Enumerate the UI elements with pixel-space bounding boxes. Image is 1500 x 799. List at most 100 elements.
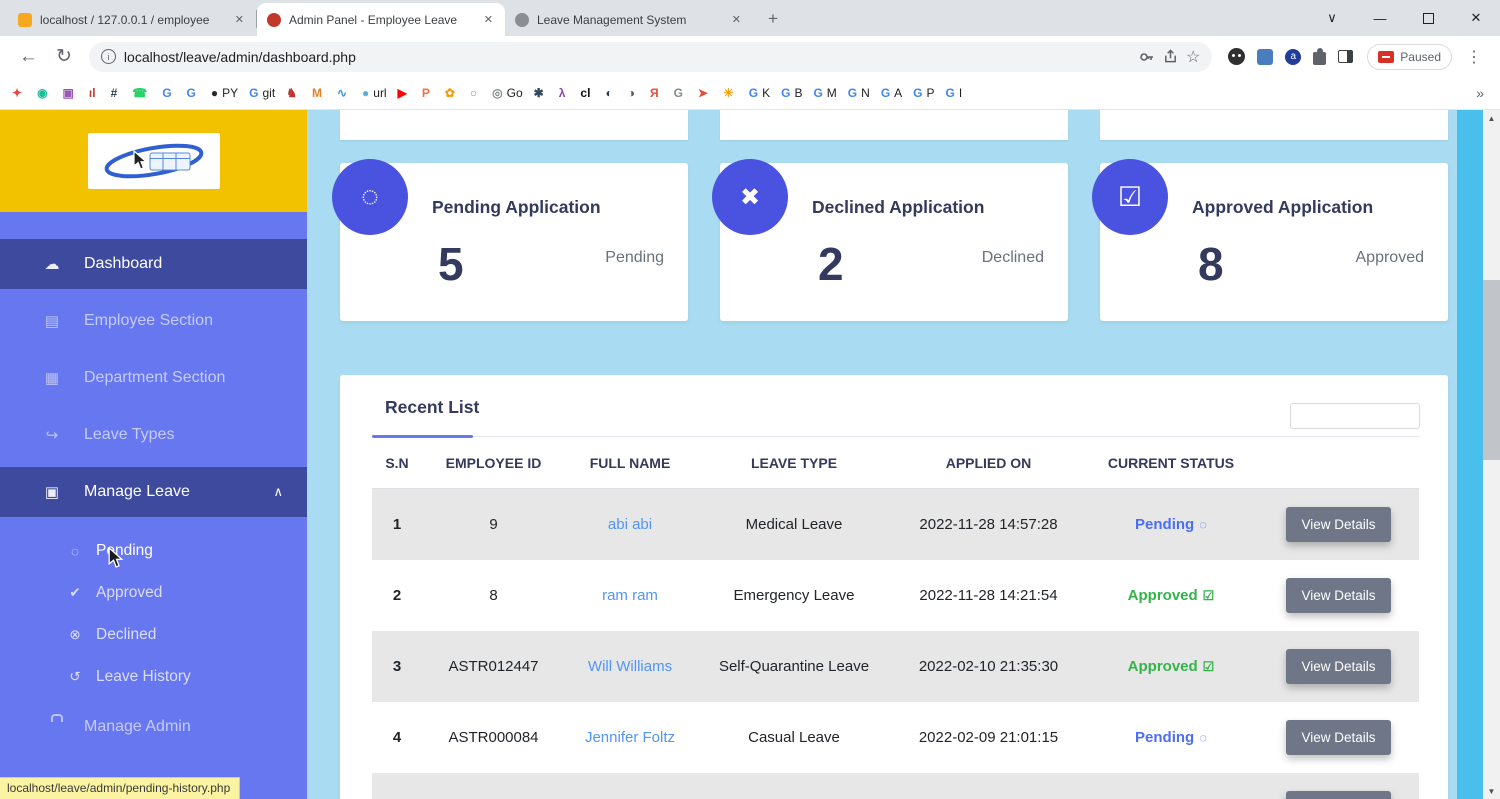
bookmark-item[interactable]: ◎ Go (492, 86, 523, 100)
reader-extension-icon[interactable]: a (1285, 49, 1301, 65)
page-scrollbar[interactable]: ▲ ▼ (1483, 110, 1500, 799)
address-bar[interactable]: i localhost/leave/admin/dashboard.php ☆ (89, 42, 1212, 72)
bookmark-item[interactable]: ☀ (723, 86, 738, 100)
bookmark-item[interactable]: P (422, 86, 434, 100)
back-icon[interactable]: ← (10, 46, 47, 68)
bookmark-item[interactable]: G M (813, 86, 836, 100)
new-tab-button[interactable]: + (759, 5, 787, 33)
scroll-down-icon[interactable]: ▼ (1483, 783, 1500, 799)
side-panel-icon[interactable] (1338, 50, 1353, 63)
url-text[interactable]: localhost/leave/admin/dashboard.php (124, 49, 1131, 65)
bookmark-item[interactable]: ▶ (398, 86, 411, 100)
bookmark-item[interactable]: ➤ (698, 86, 712, 100)
bookmark-item[interactable]: G P (913, 86, 934, 100)
share-icon[interactable] (1163, 49, 1178, 64)
bookmark-favicon: ıl (89, 86, 96, 100)
bookmark-item[interactable]: Я (650, 86, 663, 100)
bookmark-item[interactable]: ▣ (63, 86, 78, 100)
bookmark-item[interactable]: ◉ (37, 86, 51, 100)
bookmark-item[interactable]: ○ (470, 86, 481, 100)
bookmark-item[interactable]: λ (559, 86, 570, 100)
tab-close-icon[interactable]: ✕ (730, 13, 743, 26)
card-count: 8 (1198, 237, 1224, 291)
maximize-button[interactable] (1404, 0, 1452, 36)
grid-extension-icon[interactable] (1257, 49, 1273, 65)
status-icon: ☑ (1203, 588, 1215, 604)
scrollbar-thumb[interactable] (1483, 280, 1500, 460)
employee-name-link[interactable]: Jennifer Foltz (585, 729, 675, 746)
view-details-button[interactable]: View Details (1286, 791, 1390, 799)
bookmark-item[interactable]: cl (580, 86, 594, 100)
bookmark-label: A (894, 86, 902, 100)
checkbox-icon: ☑ (1118, 182, 1142, 213)
bookmark-item[interactable]: ♞ (286, 86, 301, 100)
bookmark-star-icon[interactable]: ☆ (1186, 47, 1200, 67)
card-title: Pending Application (432, 197, 601, 218)
view-details-button[interactable]: View Details (1286, 507, 1390, 542)
card-remnant (1100, 110, 1448, 140)
grid-icon: ▦ (40, 369, 64, 387)
check-icon: ✔ (66, 585, 84, 601)
sidebar-item-dashboard[interactable]: ☁ Dashboard (0, 239, 307, 289)
sidebar-item-employee-section[interactable]: ▤ Employee Section (0, 296, 307, 346)
bookmark-item[interactable]: ✿ (445, 86, 459, 100)
tab-search-chevron-icon[interactable]: ∨ (1308, 0, 1356, 36)
sidebar-item-manage-leave[interactable]: ▣ Manage Leave ∧ (0, 467, 307, 517)
close-button[interactable]: ✕ (1452, 0, 1500, 36)
tab-admin-panel[interactable]: Admin Panel - Employee Leave ✕ (257, 3, 505, 36)
bookmark-item[interactable]: G I (946, 86, 963, 100)
bookmark-item[interactable]: ◑ (628, 86, 639, 100)
view-details-button[interactable]: View Details (1286, 720, 1390, 755)
sidebar-item-manage-admin[interactable]: Manage Admin (0, 702, 307, 752)
tab-close-icon[interactable]: ✕ (233, 13, 246, 26)
bookmark-item[interactable]: G git (249, 86, 275, 100)
reload-icon[interactable]: ↻ (47, 45, 81, 68)
bookmark-favicon: G (946, 86, 955, 100)
app-logo[interactable] (88, 133, 220, 189)
cell-employee-id: ASTR012447 (422, 658, 565, 675)
sync-paused-button[interactable]: Paused (1367, 44, 1452, 70)
key-icon[interactable] (1139, 49, 1155, 65)
employee-name-link[interactable]: ram ram (602, 587, 658, 604)
bookmark-item[interactable]: ● PY (211, 86, 238, 100)
bookmark-item[interactable]: ● url (362, 86, 387, 100)
bookmark-item[interactable]: ✱ (534, 86, 548, 100)
sidebar-item-leave-types[interactable]: ↪ Leave Types (0, 410, 307, 460)
minimize-button[interactable]: — (1356, 0, 1404, 36)
view-details-button[interactable]: View Details (1286, 578, 1390, 613)
bookmark-item[interactable]: G (187, 86, 200, 100)
site-info-icon[interactable]: i (101, 49, 116, 64)
bookmark-item[interactable]: ıl (89, 86, 100, 100)
submenu-item-pending[interactable]: ◌ Pending (0, 530, 307, 572)
bookmarks-overflow-icon[interactable]: » (1472, 85, 1488, 101)
bookmark-item[interactable]: ∿ (337, 86, 351, 100)
submenu-item-leave-history[interactable]: ↺ Leave History (0, 656, 307, 698)
bookmark-item[interactable]: ◐ (605, 86, 616, 100)
submenu-item-declined[interactable]: ⊗ Declined (0, 614, 307, 656)
bookmark-item[interactable]: G K (749, 86, 770, 100)
scroll-up-icon[interactable]: ▲ (1483, 110, 1500, 126)
tab-phpmyadmin[interactable]: localhost / 127.0.0.1 / employee ✕ (8, 3, 256, 36)
browser-menu-icon[interactable]: ⋮ (1458, 47, 1490, 67)
view-details-button[interactable]: View Details (1286, 649, 1390, 684)
bookmark-item[interactable]: ☎ (132, 86, 151, 100)
sidebar-item-department-section[interactable]: ▦ Department Section (0, 353, 307, 403)
bookmark-item[interactable]: G (162, 86, 175, 100)
panda-extension-icon[interactable] (1228, 48, 1245, 65)
extensions-area: a (1220, 48, 1361, 65)
extensions-puzzle-icon[interactable] (1313, 52, 1326, 65)
bookmark-item[interactable]: G (674, 86, 687, 100)
tab-close-icon[interactable]: ✕ (482, 13, 495, 26)
bookmark-favicon: ☎ (132, 86, 147, 100)
bookmark-item[interactable]: M (312, 86, 326, 100)
employee-name-link[interactable]: abi abi (608, 516, 652, 533)
bookmark-item[interactable]: G A (881, 86, 902, 100)
bookmark-item[interactable]: # (111, 86, 122, 100)
bookmark-item[interactable]: G B (781, 86, 802, 100)
submenu-item-approved[interactable]: ✔ Approved (0, 572, 307, 614)
employee-name-link[interactable]: Will Williams (588, 658, 672, 675)
bookmark-item[interactable]: G N (848, 86, 870, 100)
bookmark-item[interactable]: ✦ (12, 86, 26, 100)
tab-leave-management[interactable]: Leave Management System ✕ (505, 3, 753, 36)
tab-title: localhost / 127.0.0.1 / employee (40, 13, 225, 27)
